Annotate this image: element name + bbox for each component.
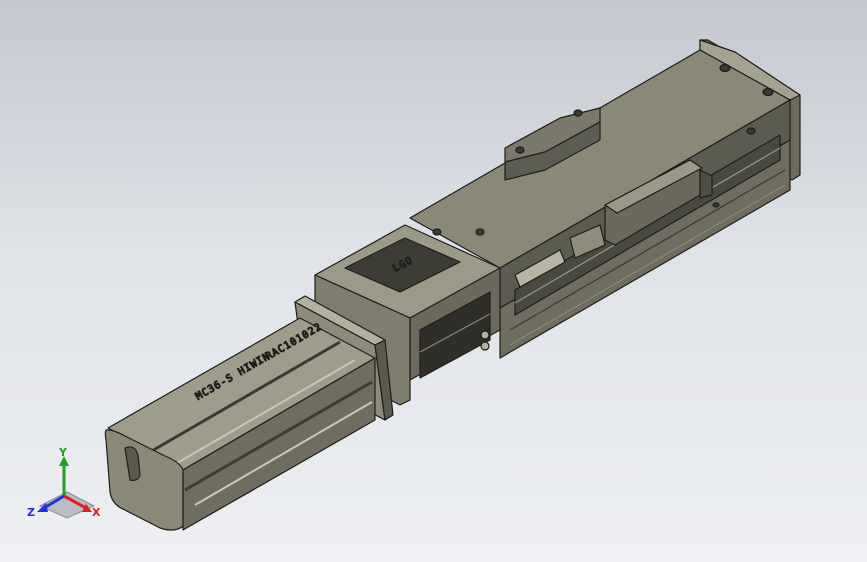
mount-hole <box>719 63 731 73</box>
x-label: X <box>92 506 101 519</box>
mount-hole <box>573 109 583 117</box>
mount-hole <box>432 228 442 236</box>
linear-actuator-model[interactable]: RAC101022 MC36-S HIWIN LGO <box>0 0 867 562</box>
axis-triad: Y X Z <box>27 448 101 519</box>
z-label: Z <box>27 506 35 519</box>
y-label: Y <box>58 448 68 459</box>
mount-hole <box>712 202 720 208</box>
frame-screw <box>480 341 490 351</box>
mount-hole <box>762 87 774 97</box>
mount-hole <box>515 146 525 154</box>
model-viewport[interactable]: RAC101022 MC36-S HIWIN LGO Y X Z <box>0 0 867 562</box>
frame-screw <box>480 330 490 340</box>
mount-hole <box>475 228 485 236</box>
mount-hole <box>746 127 756 135</box>
